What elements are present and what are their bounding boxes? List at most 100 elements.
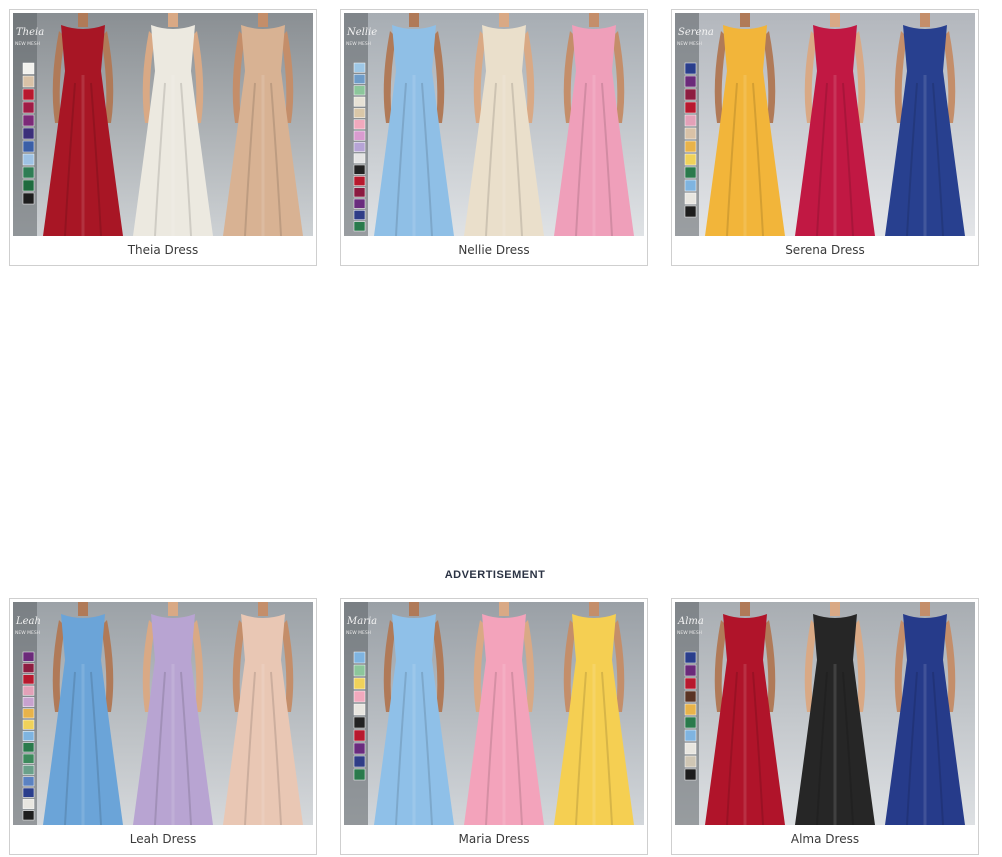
color-swatch: [684, 677, 697, 690]
product-card[interactable]: Alma NEW MESH Alma Dress: [671, 598, 979, 855]
product-title[interactable]: Serena Dress: [672, 243, 978, 257]
thumb-title: Nellie: [346, 27, 377, 38]
color-swatch: [684, 651, 697, 664]
color-swatch: [684, 205, 697, 218]
color-swatch: [353, 729, 366, 742]
color-swatch: [22, 140, 35, 153]
thumb-title: Leah: [15, 616, 41, 627]
thumb-subtitle: NEW MESH: [677, 41, 702, 47]
color-swatch: [22, 88, 35, 101]
color-swatch: [22, 685, 35, 696]
color-swatch: [353, 85, 366, 96]
thumb-title: Alma: [677, 616, 704, 627]
product-card[interactable]: Theia NEW MESH Theia Dress: [9, 9, 317, 266]
color-swatch: [22, 114, 35, 127]
product-title[interactable]: Leah Dress: [10, 832, 316, 846]
thumb-subtitle: NEW MESH: [15, 41, 40, 47]
color-swatch: [684, 729, 697, 742]
thumb-subtitle: NEW MESH: [15, 630, 40, 636]
color-swatch: [684, 664, 697, 677]
color-swatch: [353, 742, 366, 755]
color-swatch: [22, 651, 35, 662]
color-swatch: [353, 690, 366, 703]
dress-illustration: Maria NEW MESH: [344, 602, 644, 825]
product-card[interactable]: Serena NEW MESH Serena Dress: [671, 9, 979, 266]
color-swatch: [22, 166, 35, 179]
dress-illustration: Nellie NEW MESH: [344, 13, 644, 236]
color-swatch: [684, 114, 697, 127]
color-swatch: [684, 768, 697, 781]
color-swatch: [353, 198, 366, 209]
color-swatch: [353, 96, 366, 107]
color-swatch: [684, 62, 697, 75]
color-swatch: [22, 765, 35, 775]
product-thumbnail[interactable]: Leah NEW MESH: [13, 602, 313, 825]
color-swatch: [353, 187, 366, 198]
color-swatch: [22, 663, 35, 673]
product-title[interactable]: Nellie Dress: [341, 243, 647, 257]
product-title[interactable]: Alma Dress: [672, 832, 978, 846]
color-swatch: [684, 127, 697, 140]
color-swatch: [684, 166, 697, 179]
color-swatch: [684, 716, 697, 729]
color-swatch: [684, 153, 697, 166]
color-swatch: [353, 664, 366, 677]
product-row-2: Leah NEW MESH Leah Dress Maria NEW MESH Ma…: [9, 598, 981, 857]
color-swatch: [22, 787, 35, 798]
color-swatch: [22, 742, 35, 753]
color-swatch: [22, 127, 35, 140]
dress-illustration: Theia NEW MESH: [13, 13, 313, 236]
color-swatch: [353, 119, 366, 130]
dress-illustration: Alma NEW MESH: [675, 602, 975, 825]
color-swatch: [22, 719, 35, 730]
product-thumbnail[interactable]: Maria NEW MESH: [344, 602, 644, 825]
color-swatch: [22, 75, 35, 88]
color-swatch: [684, 101, 697, 114]
color-swatch: [353, 651, 366, 664]
color-swatch: [353, 164, 366, 175]
color-swatch: [684, 192, 697, 205]
thumb-title: Theia: [16, 27, 44, 38]
dress-illustration: Serena NEW MESH: [675, 13, 975, 236]
product-thumbnail[interactable]: Alma NEW MESH: [675, 602, 975, 825]
color-swatch: [684, 690, 697, 703]
color-swatch: [684, 742, 697, 755]
product-row-1: Theia NEW MESH Theia Dress Nellie NEW MESH…: [9, 9, 981, 268]
color-swatch: [22, 62, 35, 75]
thumb-title: Serena: [678, 27, 714, 38]
product-title[interactable]: Maria Dress: [341, 832, 647, 846]
color-swatch: [353, 703, 366, 716]
color-swatch: [353, 74, 366, 84]
color-swatch: [353, 755, 366, 768]
color-swatch: [684, 140, 697, 153]
product-thumbnail[interactable]: Nellie NEW MESH: [344, 13, 644, 236]
color-swatch: [22, 708, 35, 719]
product-thumbnail[interactable]: Theia NEW MESH: [13, 13, 313, 236]
product-card[interactable]: Leah NEW MESH Leah Dress: [9, 598, 317, 855]
color-swatch: [22, 153, 35, 166]
color-swatch: [22, 799, 35, 809]
dress-illustration: Leah NEW MESH: [13, 602, 313, 825]
color-swatch: [353, 221, 366, 232]
color-swatch: [22, 753, 35, 764]
product-card[interactable]: Nellie NEW MESH Nellie Dress: [340, 9, 648, 266]
advertisement-label: ADVERTISEMENT: [444, 569, 546, 581]
color-swatch: [22, 179, 35, 192]
product-thumbnail[interactable]: Serena NEW MESH: [675, 13, 975, 236]
color-swatch: [22, 674, 35, 685]
thumb-subtitle: NEW MESH: [677, 630, 702, 636]
color-swatch: [22, 101, 35, 114]
color-swatch: [22, 192, 35, 205]
color-swatch: [22, 810, 35, 821]
thumb-title: Maria: [346, 616, 377, 627]
product-title[interactable]: Theia Dress: [10, 243, 316, 257]
color-swatch: [353, 210, 366, 220]
color-swatch: [353, 62, 366, 73]
color-swatch: [684, 75, 697, 88]
color-swatch: [353, 153, 366, 164]
color-swatch: [684, 179, 697, 192]
color-swatch: [353, 677, 366, 690]
color-swatch: [353, 176, 366, 186]
color-swatch: [684, 703, 697, 716]
product-card[interactable]: Maria NEW MESH Maria Dress: [340, 598, 648, 855]
